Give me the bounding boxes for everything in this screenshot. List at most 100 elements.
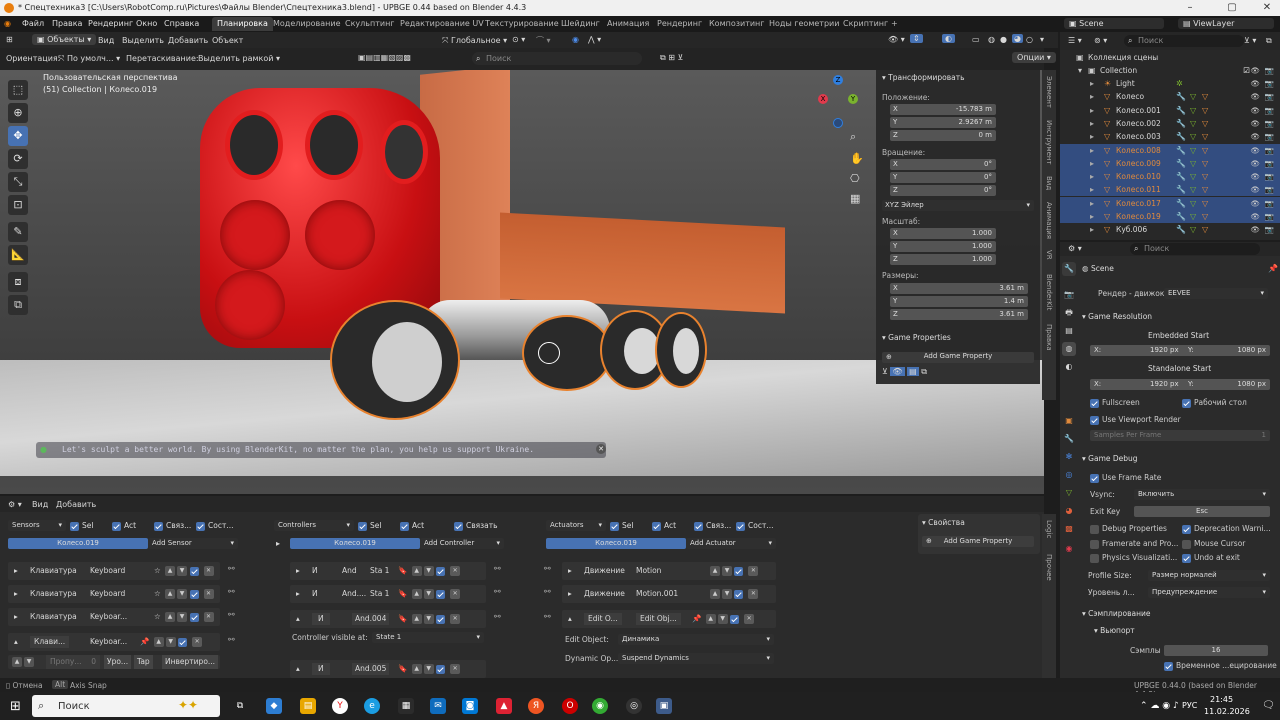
tab-layout[interactable]: Планировка	[212, 17, 273, 31]
extrude-tool-icon[interactable]: ⧉	[8, 295, 28, 315]
deprecation-warnings-checkbox[interactable]: Deprecation Warni...	[1182, 524, 1271, 534]
material-icon[interactable]: ▽	[1202, 199, 1208, 208]
properties-editor-icon[interactable]: ⚙ ▾	[1068, 244, 1082, 253]
location-x-field[interactable]: X -15.783 m	[890, 104, 996, 115]
tab-misc[interactable]: Прочее	[1045, 554, 1053, 581]
sensors-act-checkbox[interactable]: Act	[112, 520, 136, 532]
modifier-icon[interactable]: 🔧	[1176, 212, 1186, 221]
drag-dropdown[interactable]: Выделить рамкой ▾	[198, 54, 280, 63]
modifier-properties-tab-icon[interactable]: 🔧	[1062, 432, 1076, 446]
edit-object-dropdown[interactable]: Динамика ▾	[618, 634, 774, 645]
menu-select[interactable]: Выделить	[122, 36, 164, 45]
editor-type-icon[interactable]: ⊞	[6, 35, 13, 44]
logic-add-game-property-button[interactable]: ⊕ Add Game Property	[922, 536, 1034, 547]
mesh-data-icon[interactable]: ▽	[1190, 172, 1196, 181]
render-camera-icon[interactable]: 📷	[1265, 106, 1274, 115]
outlook-icon[interactable]: ✉	[430, 698, 446, 714]
expand-icon[interactable]: ▸	[1090, 159, 1094, 168]
filter-icons[interactable]: ⧉ ⊞ ⊻	[660, 53, 683, 63]
actuator-brick-2[interactable]: ▸ Движение Motion.001 ▲ ▼ ✕	[562, 585, 776, 603]
world-properties-tab-icon[interactable]: ◐	[1062, 360, 1076, 374]
controller-brick-3[interactable]: ▴ И And.004 🔖 ▲ ▼ ✕	[290, 610, 486, 628]
debug-properties-checkbox[interactable]: Debug Properties	[1090, 524, 1167, 534]
outliner-scene-collection[interactable]: ▣ Коллекция сцены	[1060, 51, 1280, 64]
zoom-icon[interactable]: ⌕	[850, 130, 856, 144]
store-icon[interactable]: ▦	[398, 698, 414, 714]
tap-toggle[interactable]: Tap	[134, 655, 153, 669]
mesh-data-icon[interactable]: ▽	[1190, 132, 1196, 141]
material-icon[interactable]: ▽	[1202, 225, 1208, 234]
tool-properties-tab-icon[interactable]: 🔧	[1062, 262, 1076, 276]
embedded-resolution-field[interactable]: X: 1920 px Y: 1080 px	[1090, 345, 1270, 356]
close-button[interactable]: ✕	[1254, 0, 1280, 16]
controller-brick-1[interactable]: ▸ И And Sta 1 🔖 ▲ ▼ ✕	[290, 562, 486, 580]
controller-brick-4[interactable]: ▴ И And.005 🔖 ▲ ▼ ✕	[290, 660, 486, 678]
transform-tool-icon[interactable]: ⊡	[8, 195, 28, 215]
tab-modeling[interactable]: Моделирование	[268, 17, 346, 31]
modifier-icon[interactable]: 🔧	[1176, 199, 1186, 208]
tab-geometry-nodes[interactable]: Ноды геометрии	[764, 17, 844, 31]
controller-link-icon-3[interactable]: ⚯	[494, 612, 501, 621]
render-camera-icon[interactable]: 📷	[1265, 225, 1274, 234]
viewport-sampling-header[interactable]: ▾ Вьюпорт	[1094, 626, 1135, 635]
actuator-brick-3[interactable]: ▴ Edit O... Edit Obj... 📌 ▲ ▼ ✕	[562, 610, 776, 628]
add-actuator-dropdown[interactable]: Add Actuator ▾	[686, 538, 776, 549]
collection-render-icon[interactable]: 📷	[1265, 66, 1274, 75]
mesh-data-icon[interactable]: ▽	[1190, 225, 1196, 234]
add-cube-tool-icon[interactable]: ⧈	[8, 272, 28, 292]
add-sensor-dropdown[interactable]: Add Sensor ▾	[148, 538, 238, 549]
actuators-link-checkbox[interactable]: Связ...	[694, 520, 731, 532]
game-logic-tab-icon[interactable]: ◉	[1062, 542, 1076, 556]
use-viewport-render-checkbox[interactable]: Use Viewport Render	[1090, 415, 1181, 425]
tab-logic[interactable]: Logic	[1045, 520, 1053, 538]
texture-tab-icon[interactable]: ▩	[1062, 522, 1076, 536]
tab-shading[interactable]: Шейдинг	[556, 17, 605, 31]
yandex-icon[interactable]: Я	[528, 698, 544, 714]
material-icon[interactable]: ▽	[1202, 92, 1208, 101]
outliner-item[interactable]: ▸ ▽ Колесо.009 🔧 ▽ ▽ 👁 📷	[1060, 156, 1280, 170]
controller-brick-2[interactable]: ▸ И And.... Sta 1 🔖 ▲ ▼ ✕	[290, 585, 486, 603]
task-view-icon[interactable]: ⧉	[232, 698, 248, 714]
mesh-data-icon[interactable]: ▽	[1190, 212, 1196, 221]
mesh-data-icon[interactable]: ▽	[1190, 106, 1196, 115]
clock-date[interactable]: 11.02.2026	[1204, 707, 1250, 716]
dynamic-op-dropdown[interactable]: Suspend Dynamics ▾	[618, 653, 774, 664]
outliner-item[interactable]: ▸ ▽ Колесо.011 🔧 ▽ ▽ 👁 📷	[1060, 183, 1280, 197]
expand-icon[interactable]: ▸	[1090, 146, 1094, 155]
expand-icon[interactable]: ▸	[1090, 119, 1094, 128]
controller-link-icon-2[interactable]: ⚯	[494, 587, 501, 596]
add-controller-dropdown[interactable]: Add Controller ▾	[420, 538, 504, 549]
tab-vr[interactable]: VR	[1045, 250, 1053, 260]
render-properties-tab-icon[interactable]: 📷	[1062, 288, 1076, 302]
mode-dropdown[interactable]: ▣ Объекты ▾	[32, 34, 97, 45]
controllers-act-checkbox[interactable]: Act	[400, 520, 424, 532]
actuator-brick-1[interactable]: ▸ Движение Motion ▲ ▼ ✕	[562, 562, 776, 580]
use-frame-rate-checkbox[interactable]: Use Frame Rate	[1090, 473, 1161, 483]
tab-tool[interactable]: Инструмент	[1045, 120, 1053, 165]
render-camera-icon[interactable]: 📷	[1265, 185, 1274, 194]
modifier-icon[interactable]: 🔧	[1176, 185, 1186, 194]
output-properties-tab-icon[interactable]: 🖶	[1062, 306, 1076, 320]
scene-properties-tab-icon[interactable]: ◍	[1062, 342, 1076, 356]
tab-rendering[interactable]: Рендеринг	[652, 17, 707, 31]
outliner-item[interactable]: ▸ ▽ Колесо.019 🔧 ▽ ▽ 👁 📷	[1060, 210, 1280, 223]
expand-icon[interactable]: ▸	[1090, 172, 1094, 181]
logic-menu-view[interactable]: Вид	[32, 500, 48, 509]
file-explorer-icon[interactable]: ▤	[300, 698, 316, 714]
actuators-act-checkbox[interactable]: Act	[652, 520, 676, 532]
property-filter-icons[interactable]: ⊻ 👁 ▤ ⧉	[882, 367, 927, 377]
sensor-brick-2[interactable]: ▸ Клавиатура Keyboard ☆ ▲ ▼ ✕	[8, 585, 220, 603]
outliner-item[interactable]: ▸ ☀ Light ✲ 👁 📷	[1060, 77, 1280, 90]
samples-field[interactable]: 16	[1164, 645, 1268, 656]
notification-icon[interactable]: 🗨	[1262, 700, 1275, 711]
add-workspace-button[interactable]: +	[886, 17, 903, 31]
sensor-link-icon-1[interactable]: ⚯	[228, 564, 235, 573]
select-mode-icons[interactable]: ▣▤▥▦▧▨▩	[358, 53, 411, 62]
mesh-data-icon[interactable]: ▽	[1190, 159, 1196, 168]
search-input[interactable]: ⌕ Поиск	[472, 52, 642, 65]
viewlayer-selector[interactable]: ▤ ViewLayer	[1178, 18, 1274, 29]
outliner-item[interactable]: ▸ ▽ Колесо.001 🔧 ▽ ▽ 👁 📷	[1060, 104, 1280, 117]
mesh-data-icon[interactable]: ▽	[1190, 92, 1196, 101]
maximize-button[interactable]: ▢	[1219, 0, 1245, 16]
scale-z-field[interactable]: Z 1.000	[890, 254, 996, 265]
